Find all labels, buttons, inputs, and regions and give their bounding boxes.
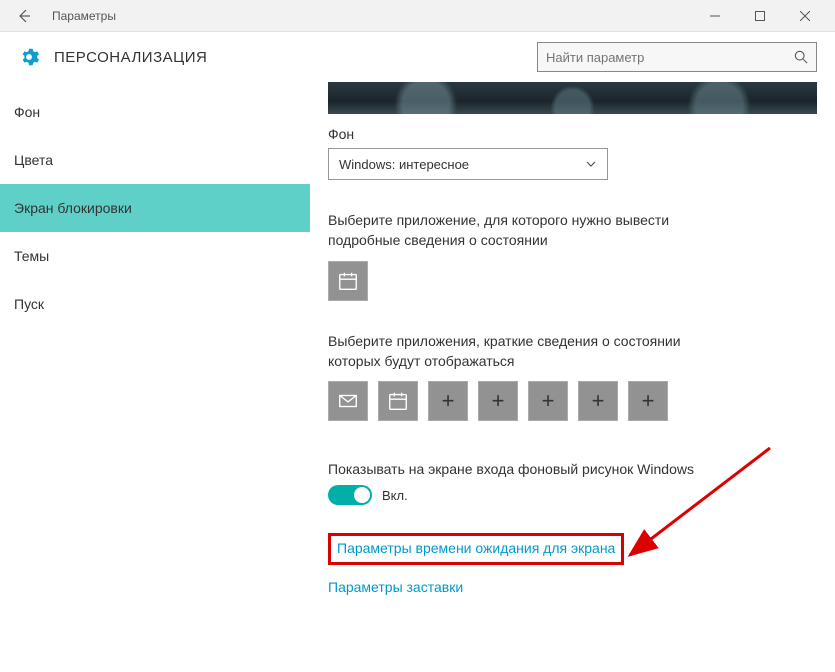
toggle-state-label: Вкл. — [382, 488, 408, 503]
search-input[interactable] — [546, 50, 794, 65]
quick-app-add-2[interactable]: + — [478, 381, 518, 421]
quick-app-add-5[interactable]: + — [628, 381, 668, 421]
chevron-down-icon — [585, 158, 597, 170]
calendar-icon — [387, 390, 409, 412]
minimize-button[interactable] — [692, 0, 737, 32]
quick-app-tile-mail[interactable] — [328, 381, 368, 421]
search-box[interactable] — [537, 42, 817, 72]
plus-icon: + — [492, 388, 505, 414]
quick-app-tile-calendar[interactable] — [378, 381, 418, 421]
main: Фон Цвета Экран блокировки Темы Пуск Фон… — [0, 82, 835, 672]
show-background-section: Показывать на экране входа фоновый рисун… — [328, 461, 817, 505]
background-dropdown[interactable]: Windows: интересное — [328, 148, 608, 180]
detailed-app-label: Выберите приложение, для которого нужно … — [328, 210, 728, 251]
quick-app-add-4[interactable]: + — [578, 381, 618, 421]
sidebar-item-background[interactable]: Фон — [0, 88, 310, 136]
sidebar-item-label: Темы — [14, 248, 49, 264]
quick-app-add-1[interactable]: + — [428, 381, 468, 421]
calendar-icon — [337, 270, 359, 292]
close-button[interactable] — [782, 0, 827, 32]
quick-app-add-3[interactable]: + — [528, 381, 568, 421]
annotation-highlight-box: Параметры времени ожидания для экрана — [328, 533, 624, 565]
toggle-knob — [354, 487, 370, 503]
sidebar: Фон Цвета Экран блокировки Темы Пуск — [0, 82, 310, 672]
sidebar-item-label: Фон — [14, 104, 40, 120]
sidebar-item-colors[interactable]: Цвета — [0, 136, 310, 184]
window-title: Параметры — [52, 9, 692, 23]
plus-icon: + — [542, 388, 555, 414]
header: ПЕРСОНАЛИЗАЦИЯ — [0, 32, 835, 82]
plus-icon: + — [642, 388, 655, 414]
mail-icon — [337, 390, 359, 412]
show-background-label: Показывать на экране входа фоновый рисун… — [328, 461, 817, 477]
window-controls — [692, 0, 827, 32]
background-label: Фон — [328, 126, 817, 142]
show-background-toggle[interactable] — [328, 485, 372, 505]
sidebar-item-label: Пуск — [14, 296, 44, 312]
maximize-button[interactable] — [737, 0, 782, 32]
link-screensaver[interactable]: Параметры заставки — [328, 579, 817, 595]
quick-apps-label: Выберите приложения, краткие сведения о … — [328, 331, 728, 372]
sidebar-item-lockscreen[interactable]: Экран блокировки — [0, 184, 310, 232]
back-button[interactable] — [8, 0, 40, 32]
search-icon — [794, 50, 808, 64]
sidebar-item-label: Экран блокировки — [14, 200, 132, 216]
sidebar-item-start[interactable]: Пуск — [0, 280, 310, 328]
plus-icon: + — [592, 388, 605, 414]
gear-icon — [18, 46, 40, 68]
content: Фон Windows: интересное Выберите приложе… — [310, 82, 835, 672]
quick-apps-row: + + + + + — [328, 381, 817, 421]
sidebar-item-themes[interactable]: Темы — [0, 232, 310, 280]
sidebar-item-label: Цвета — [14, 152, 53, 168]
detailed-app-tile[interactable] — [328, 261, 368, 301]
lockscreen-preview — [328, 82, 817, 114]
plus-icon: + — [442, 388, 455, 414]
dropdown-selected: Windows: интересное — [339, 157, 585, 172]
link-screen-timeout[interactable]: Параметры времени ожидания для экрана — [337, 540, 615, 556]
titlebar: Параметры — [0, 0, 835, 32]
page-title: ПЕРСОНАЛИЗАЦИЯ — [54, 49, 537, 66]
